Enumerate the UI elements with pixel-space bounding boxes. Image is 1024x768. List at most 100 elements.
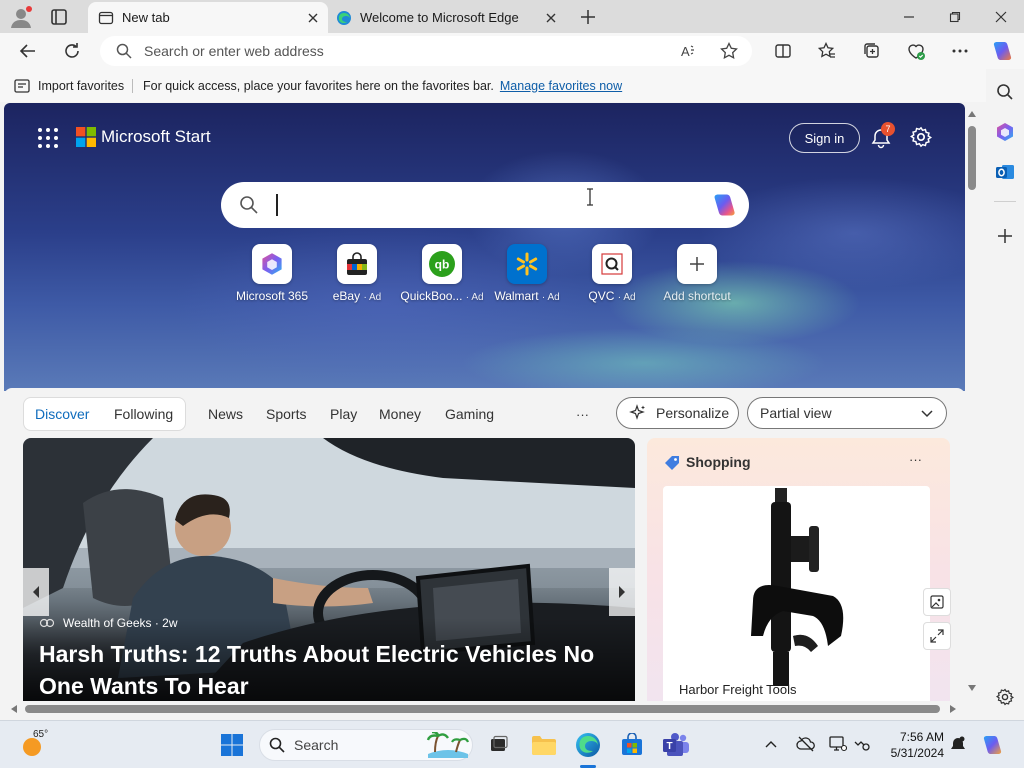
clock[interactable]: 7:56 AM 5/31/2024 bbox=[884, 729, 944, 761]
tab-welcome-edge[interactable]: Welcome to Microsoft Edge bbox=[330, 2, 566, 33]
scroll-up-arrow-icon[interactable] bbox=[968, 111, 976, 117]
new-tab-button[interactable] bbox=[576, 5, 600, 29]
file-explorer-icon[interactable] bbox=[530, 731, 558, 759]
copilot-search-icon[interactable] bbox=[709, 191, 739, 219]
read-aloud-icon[interactable]: A bbox=[680, 42, 698, 60]
close-window-button[interactable] bbox=[978, 0, 1024, 33]
sidebar-add-icon[interactable] bbox=[991, 222, 1019, 250]
scroll-down-arrow-icon[interactable] bbox=[968, 685, 976, 691]
import-icon bbox=[13, 77, 31, 95]
scroll-thumb[interactable] bbox=[968, 126, 976, 190]
close-tab-icon[interactable] bbox=[542, 9, 560, 27]
restore-button[interactable] bbox=[932, 0, 978, 33]
clock-date: 5/31/2024 bbox=[890, 746, 944, 760]
tab-news[interactable]: News bbox=[208, 397, 243, 431]
weather-widget[interactable]: 65° bbox=[20, 729, 60, 759]
expand-button[interactable] bbox=[923, 622, 951, 650]
sign-in-button[interactable]: Sign in bbox=[789, 123, 860, 153]
text-cursor bbox=[276, 194, 278, 216]
show-hidden-icons-chevron-icon[interactable] bbox=[765, 739, 777, 749]
tab-play[interactable]: Play bbox=[330, 397, 357, 431]
shortcut-walmart[interactable]: Walmart · Ad bbox=[482, 244, 572, 303]
favorites-icon[interactable] bbox=[812, 36, 842, 66]
start-button[interactable] bbox=[218, 731, 246, 759]
address-input[interactable]: Search or enter web address bbox=[144, 43, 324, 59]
tab-money[interactable]: Money bbox=[379, 397, 421, 431]
minimize-button[interactable] bbox=[886, 0, 932, 33]
tab-actions-icon[interactable] bbox=[48, 6, 70, 28]
shopping-more-button[interactable]: ··· bbox=[909, 452, 922, 467]
close-tab-icon[interactable] bbox=[304, 9, 322, 27]
edge-taskbar-icon[interactable] bbox=[574, 731, 602, 759]
more-tabs-button[interactable]: ··· bbox=[576, 397, 589, 431]
hero-story-card[interactable]: Wealth of Geeks · 2w Harsh Truths: 12 Tr… bbox=[23, 438, 635, 701]
ad-label: · Ad bbox=[541, 292, 560, 303]
microsoft-store-icon[interactable] bbox=[618, 731, 646, 759]
import-favorites-button[interactable]: Import favorites bbox=[13, 69, 124, 102]
shortcut-label: Add shortcut bbox=[663, 289, 731, 303]
story-headline[interactable]: Harsh Truths: 12 Truths About Electric V… bbox=[39, 638, 619, 701]
shopping-title: Shopping bbox=[686, 454, 751, 470]
display-icon[interactable] bbox=[829, 736, 847, 752]
task-view-icon[interactable] bbox=[485, 731, 513, 759]
network-volume-icon[interactable] bbox=[853, 736, 871, 752]
view-mode-select[interactable]: Partial view bbox=[747, 397, 947, 429]
back-button[interactable] bbox=[13, 36, 43, 66]
scroll-left-arrow-icon[interactable] bbox=[11, 705, 17, 713]
image-icon bbox=[930, 595, 944, 609]
taskbar-search[interactable]: Search bbox=[259, 729, 473, 761]
shortcut-ebay[interactable]: eBay · Ad bbox=[312, 244, 402, 303]
shortcut-qvc[interactable]: QVC · Ad bbox=[567, 244, 657, 303]
clock-time: 7:56 AM bbox=[899, 730, 944, 744]
split-screen-icon[interactable] bbox=[768, 36, 798, 66]
image-view-button[interactable] bbox=[923, 588, 951, 616]
shopping-card[interactable]: Shopping ··· Harbor Freight Tools bbox=[647, 438, 950, 701]
refresh-button[interactable] bbox=[57, 36, 87, 66]
view-mode-value: Partial view bbox=[760, 405, 832, 421]
edge-logo-icon bbox=[336, 10, 352, 26]
scroll-thumb[interactable] bbox=[25, 705, 940, 713]
favorites-hint-text: For quick access, place your favorites h… bbox=[143, 78, 494, 93]
m365-icon bbox=[252, 244, 292, 284]
sidebar-settings-icon[interactable] bbox=[991, 683, 1019, 711]
cloud-offline-icon[interactable] bbox=[796, 736, 816, 752]
manage-favorites-link[interactable]: Manage favorites now bbox=[500, 79, 622, 93]
tab-new-tab[interactable]: New tab bbox=[88, 2, 328, 33]
story-source: Wealth of Geeks · 2w bbox=[39, 616, 178, 630]
vertical-scrollbar[interactable] bbox=[965, 103, 979, 701]
favorite-star-icon[interactable] bbox=[720, 42, 738, 60]
shortcut-quickbooks[interactable]: qb QuickBoo... · Ad bbox=[397, 244, 487, 303]
tab-gaming[interactable]: Gaming bbox=[445, 397, 494, 431]
next-story-button[interactable] bbox=[609, 568, 635, 616]
address-bar[interactable]: Search or enter web address A bbox=[100, 36, 752, 66]
sidebar-m365-icon[interactable] bbox=[991, 118, 1019, 146]
notification-center-icon[interactable] bbox=[950, 736, 966, 754]
add-shortcut-button[interactable]: Add shortcut bbox=[652, 244, 742, 303]
shortcut-microsoft-365[interactable]: Microsoft 365 bbox=[227, 244, 317, 303]
tab-bar: New tab Welcome to Microsoft Edge bbox=[0, 0, 1024, 33]
brand-title[interactable]: Microsoft Start bbox=[101, 127, 211, 147]
previous-story-button[interactable] bbox=[23, 568, 49, 616]
profile-icon[interactable] bbox=[8, 4, 34, 30]
copilot-icon[interactable] bbox=[987, 36, 1017, 66]
sidebar-search-icon[interactable] bbox=[991, 78, 1019, 106]
tab-sports[interactable]: Sports bbox=[266, 397, 306, 431]
copilot-preview-icon[interactable] bbox=[979, 733, 1005, 757]
sidebar-outlook-icon[interactable] bbox=[991, 158, 1019, 186]
personalize-button[interactable]: Personalize bbox=[616, 397, 739, 429]
browser-essentials-icon[interactable] bbox=[901, 36, 931, 66]
settings-more-icon[interactable] bbox=[945, 36, 975, 66]
publisher-logo-icon bbox=[39, 618, 55, 628]
scroll-right-arrow-icon[interactable] bbox=[950, 705, 956, 713]
teams-icon[interactable]: T bbox=[662, 731, 690, 759]
app-launcher-icon[interactable] bbox=[37, 127, 59, 149]
tab-discover[interactable]: Discover bbox=[35, 397, 89, 431]
page-settings-gear-icon[interactable] bbox=[910, 126, 932, 148]
product-tile[interactable]: Harbor Freight Tools bbox=[663, 486, 930, 701]
web-search-box[interactable] bbox=[221, 182, 749, 228]
expand-icon bbox=[930, 629, 944, 643]
horizontal-scrollbar[interactable] bbox=[4, 701, 965, 717]
collections-icon[interactable] bbox=[857, 36, 887, 66]
shopping-tag-icon bbox=[663, 454, 681, 472]
tab-following[interactable]: Following bbox=[114, 397, 173, 431]
